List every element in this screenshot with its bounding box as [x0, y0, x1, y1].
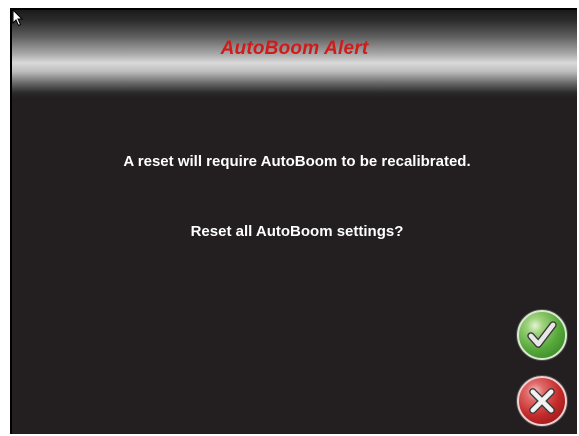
alert-screen: AutoBoom Alert A reset will require Auto… [10, 8, 577, 434]
mouse-cursor-icon [12, 9, 24, 27]
cancel-button[interactable] [517, 376, 567, 426]
alert-question: Reset all AutoBoom settings? [190, 223, 404, 240]
alert-title: AutoBoom Alert [220, 38, 369, 59]
alert-header: AutoBoom Alert [12, 10, 577, 98]
confirm-button[interactable] [517, 310, 567, 360]
x-icon [529, 388, 555, 414]
checkmark-icon [527, 321, 557, 348]
alert-message: A reset will require AutoBoom to be reca… [123, 153, 471, 170]
